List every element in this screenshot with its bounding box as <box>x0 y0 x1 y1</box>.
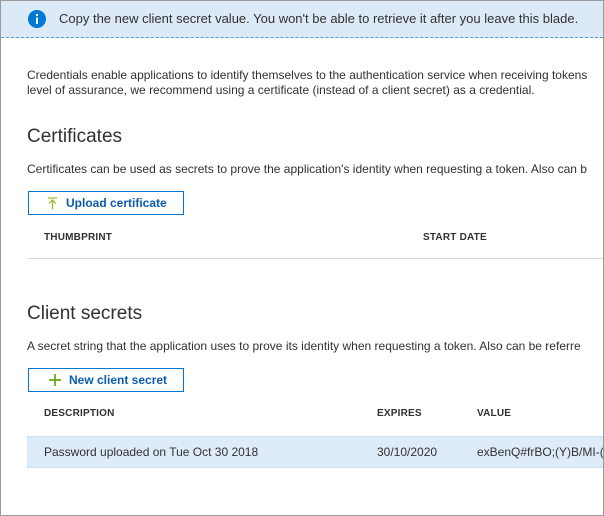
certificates-description: Certificates can be used as secrets to p… <box>27 162 587 176</box>
info-icon <box>28 10 46 28</box>
column-header-expires[interactable]: EXPIRES <box>377 408 422 419</box>
credentials-intro: Credentials enable applications to ident… <box>27 68 603 98</box>
column-header-description[interactable]: DESCRIPTION <box>44 408 115 419</box>
column-header-value[interactable]: VALUE <box>477 408 511 419</box>
certificates-heading: Certificates <box>27 126 123 147</box>
plus-icon <box>49 374 61 386</box>
secret-description: Password uploaded on Tue Oct 30 2018 <box>44 445 259 459</box>
new-client-secret-button[interactable]: New client secret <box>28 368 185 392</box>
column-header-thumbprint[interactable]: THUMBPRINT <box>44 232 112 243</box>
client-secrets-heading: Client secrets <box>27 303 143 324</box>
app-registration-certificates-secrets-blade: Copy the new client secret value. You wo… <box>0 0 604 516</box>
upload-certificate-label: Upload certificate <box>66 196 167 210</box>
banner-message: Copy the new client secret value. You wo… <box>59 11 579 26</box>
table-row[interactable]: Password uploaded on Tue Oct 30 2018 30/… <box>27 436 603 468</box>
intro-line-2: level of assurance, we recommend using a… <box>27 83 535 97</box>
info-banner: Copy the new client secret value. You wo… <box>1 1 603 38</box>
certificates-table-divider <box>27 258 603 259</box>
client-secrets-description: A secret string that the application use… <box>27 339 581 353</box>
secret-expires: 30/10/2020 <box>377 445 438 459</box>
column-header-start-date[interactable]: START DATE <box>423 232 487 243</box>
new-client-secret-label: New client secret <box>69 373 168 387</box>
upload-certificate-button[interactable]: Upload certificate <box>28 191 184 215</box>
intro-line-1: Credentials enable applications to ident… <box>27 68 588 82</box>
upload-icon <box>48 196 57 209</box>
secret-value[interactable]: exBenQ#frBO;(Y)B/MI-( <box>477 445 603 459</box>
